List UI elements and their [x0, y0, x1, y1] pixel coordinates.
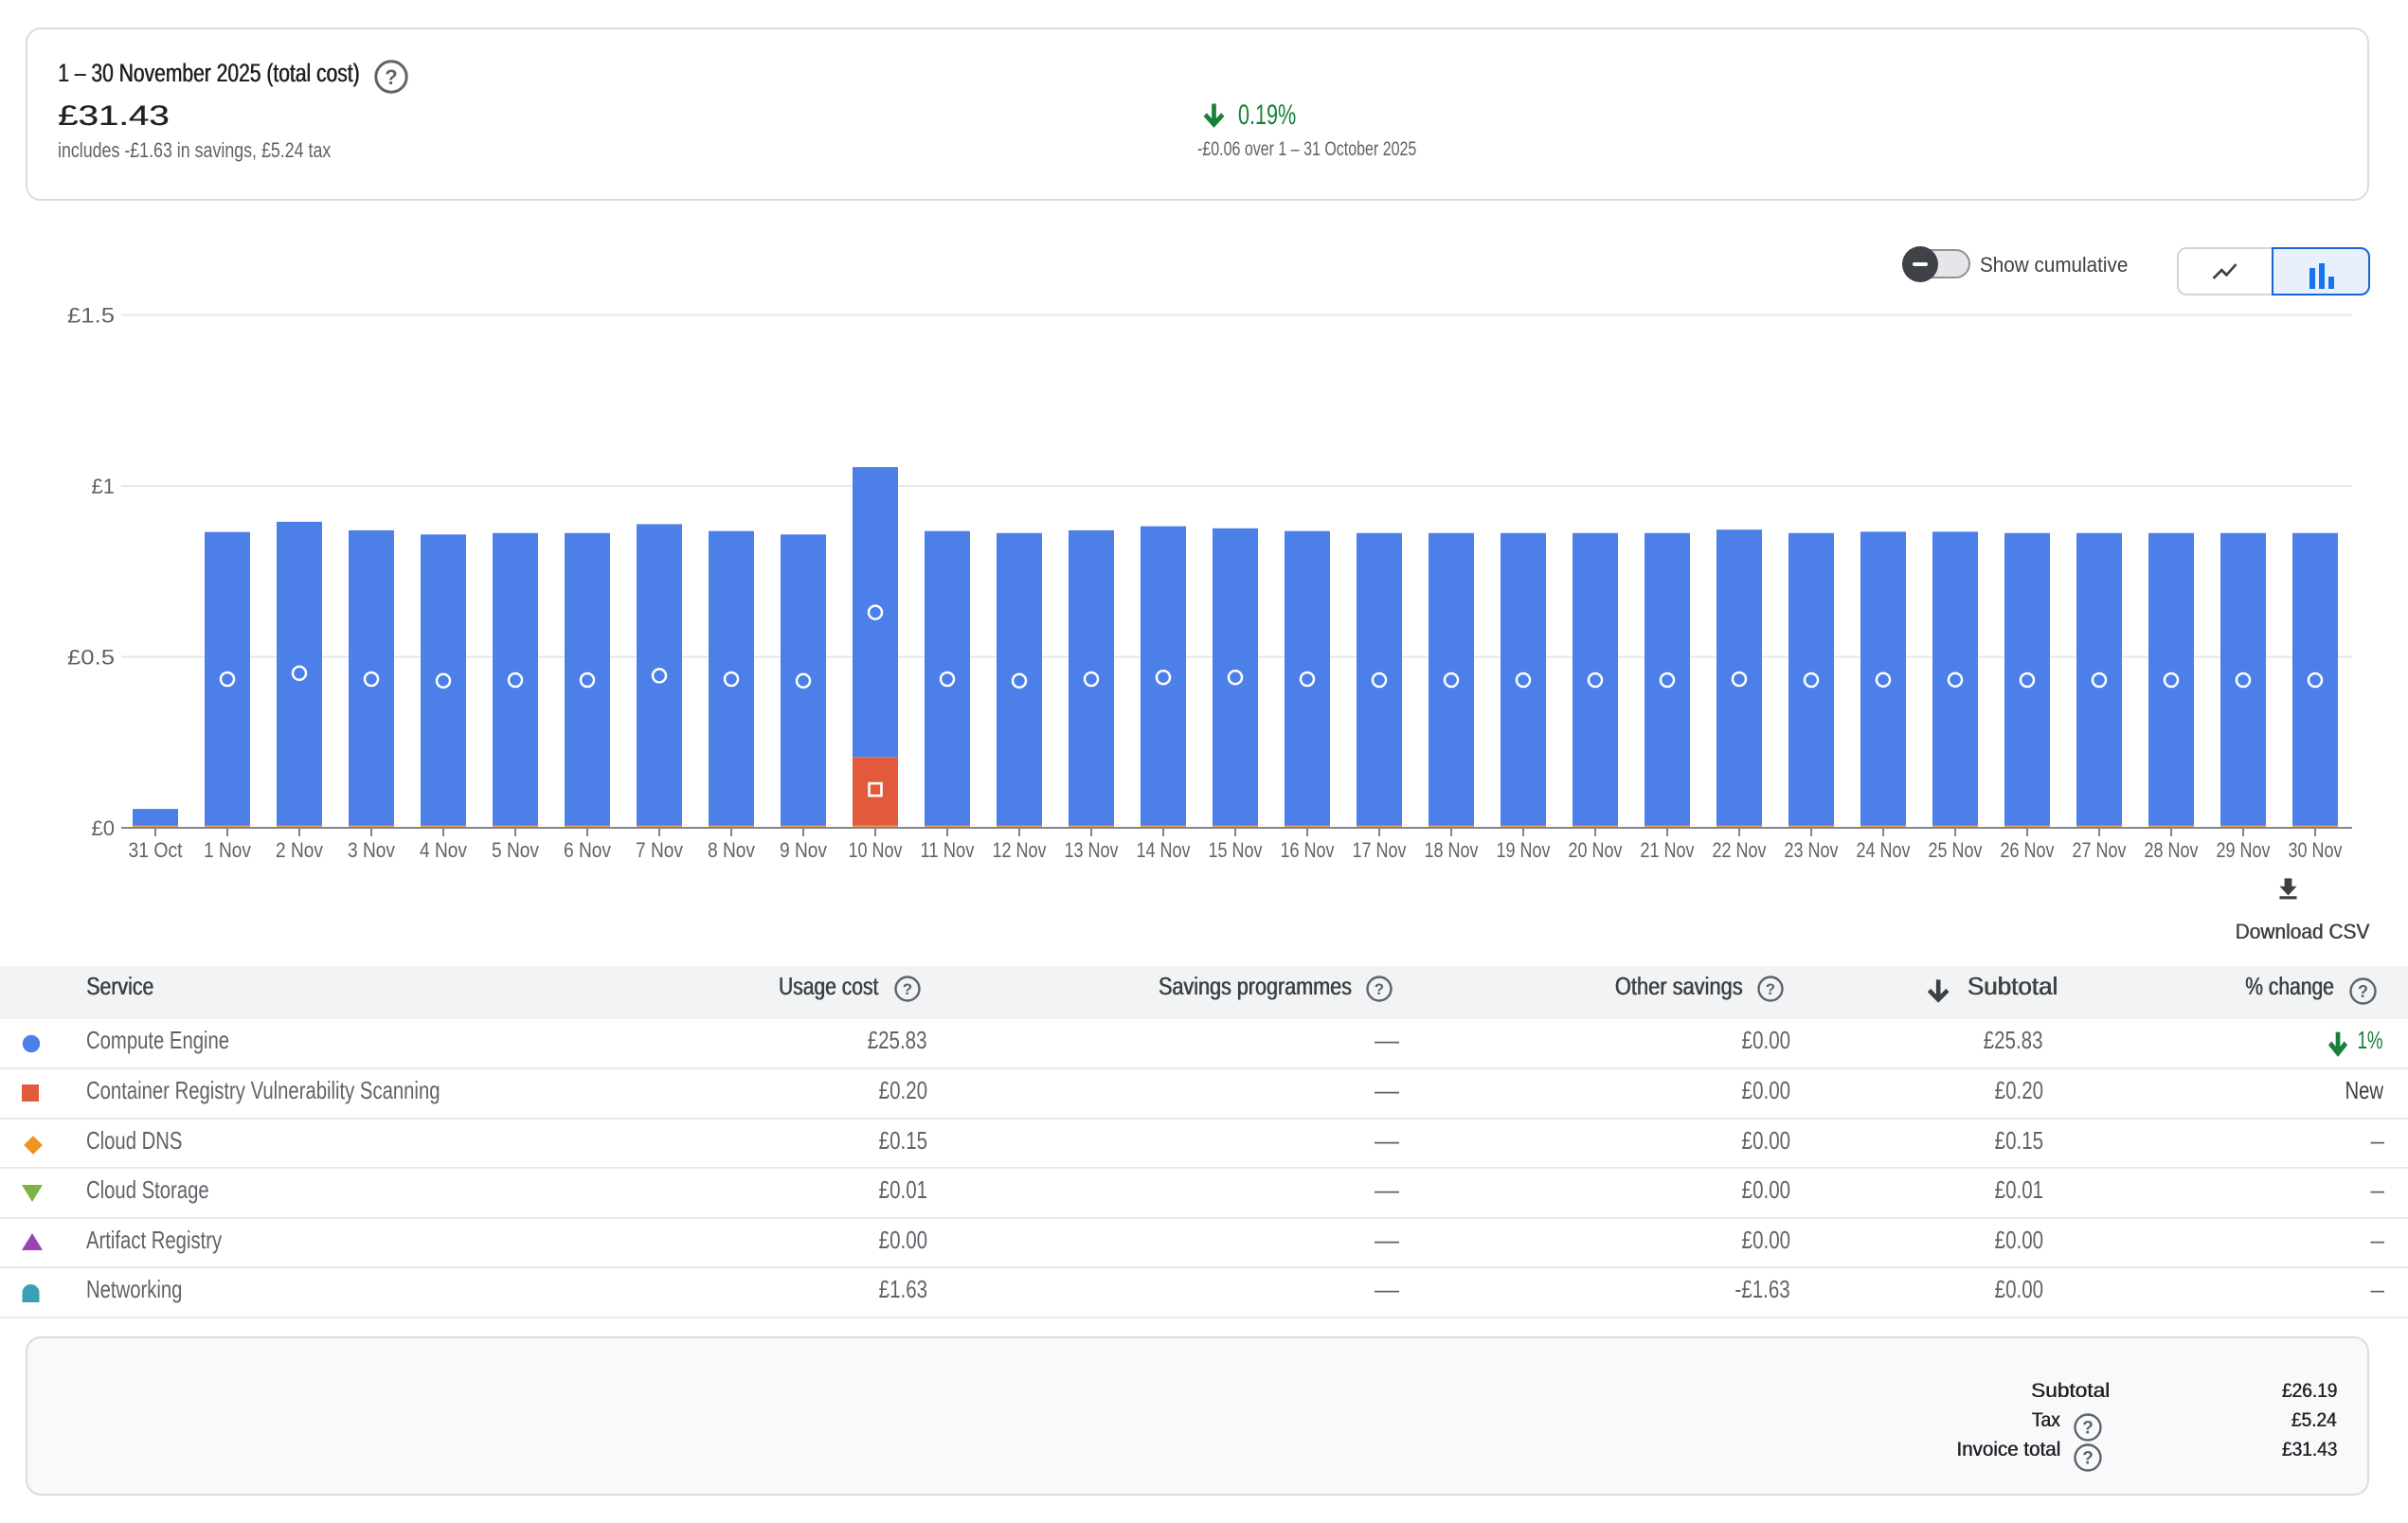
svg-text:£0.5: £0.5 — [67, 646, 115, 670]
svg-text:22 Nov: 22 Nov — [1713, 838, 1767, 862]
svg-text:7 Nov: 7 Nov — [636, 838, 683, 862]
svg-text:6 Nov: 6 Nov — [564, 838, 611, 862]
svg-text:10 Nov: 10 Nov — [849, 838, 903, 862]
svg-text:20 Nov: 20 Nov — [1569, 838, 1623, 862]
svg-text:£1.5: £1.5 — [67, 304, 115, 328]
svg-text:£1: £1 — [92, 475, 115, 498]
svg-text:31 Oct: 31 Oct — [129, 838, 183, 862]
svg-text:28 Nov: 28 Nov — [2145, 838, 2199, 862]
svg-text:?: ? — [1766, 980, 1775, 998]
svg-text:1 Nov: 1 Nov — [204, 838, 251, 862]
svg-text:16 Nov: 16 Nov — [1281, 838, 1335, 862]
svg-text:2 Nov: 2 Nov — [276, 838, 323, 862]
svg-text:5 Nov: 5 Nov — [492, 838, 539, 862]
svg-text:£0: £0 — [92, 816, 115, 840]
svg-text:?: ? — [2358, 982, 2368, 1001]
svg-text:8 Nov: 8 Nov — [708, 838, 755, 862]
svg-text:26 Nov: 26 Nov — [2001, 838, 2055, 862]
svg-text:15 Nov: 15 Nov — [1209, 838, 1263, 862]
svg-text:23 Nov: 23 Nov — [1785, 838, 1839, 862]
svg-text:21 Nov: 21 Nov — [1641, 838, 1695, 862]
svg-text:?: ? — [2082, 1419, 2094, 1439]
svg-text:14 Nov: 14 Nov — [1137, 838, 1191, 862]
svg-text:13 Nov: 13 Nov — [1065, 838, 1119, 862]
svg-text:?: ? — [2082, 1449, 2094, 1469]
svg-text:19 Nov: 19 Nov — [1497, 838, 1551, 862]
svg-text:29 Nov: 29 Nov — [2217, 838, 2271, 862]
svg-text:?: ? — [1375, 980, 1384, 998]
svg-text:3 Nov: 3 Nov — [348, 838, 395, 862]
svg-text:30 Nov: 30 Nov — [2289, 838, 2343, 862]
svg-text:?: ? — [903, 980, 912, 998]
svg-text:24 Nov: 24 Nov — [1857, 838, 1911, 862]
svg-text:?: ? — [385, 65, 397, 89]
svg-text:27 Nov: 27 Nov — [2073, 838, 2127, 862]
svg-text:17 Nov: 17 Nov — [1353, 838, 1407, 862]
svg-text:25 Nov: 25 Nov — [1929, 838, 1983, 862]
svg-text:4 Nov: 4 Nov — [420, 838, 467, 862]
svg-text:18 Nov: 18 Nov — [1425, 838, 1479, 862]
svg-text:12 Nov: 12 Nov — [993, 838, 1047, 862]
svg-text:11 Nov: 11 Nov — [921, 838, 975, 862]
svg-text:9 Nov: 9 Nov — [780, 838, 827, 862]
